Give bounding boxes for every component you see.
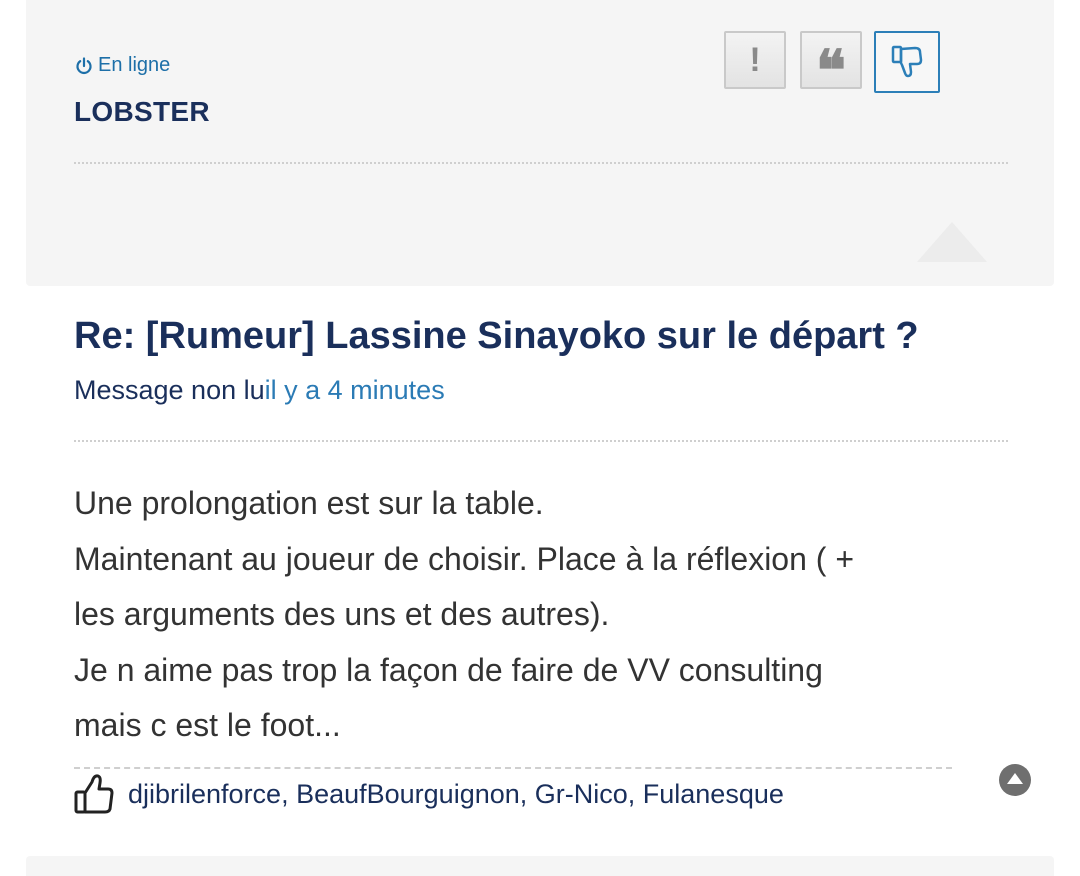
dislike-button[interactable] <box>874 31 940 93</box>
exclamation-icon: ! <box>749 41 761 79</box>
thumbs-up-icon <box>74 774 114 814</box>
power-icon <box>76 56 92 74</box>
thumbs-down-icon <box>891 45 923 78</box>
online-status-label: En ligne <box>98 54 171 76</box>
likes-names[interactable]: djibrilenforce, BeaufBourguignon, Gr-Nic… <box>128 779 784 810</box>
quote-button[interactable]: ❝ <box>800 31 862 99</box>
next-post-card <box>26 856 1054 876</box>
divider <box>74 767 952 769</box>
arrow-up-icon <box>1007 773 1023 784</box>
divider <box>74 440 1008 442</box>
author-username[interactable]: LOBSTER <box>74 96 210 128</box>
post-body: Une prolongation est sur la table. Maint… <box>74 476 974 754</box>
post-time-link[interactable]: il y a 4 minutes <box>265 375 445 405</box>
online-status: En ligne <box>74 54 170 77</box>
post-body-line: Je n aime pas trop la façon de faire de … <box>74 651 823 688</box>
report-button[interactable]: ! <box>724 31 786 89</box>
scroll-to-top-button[interactable] <box>999 764 1031 796</box>
likes-list: djibrilenforce, BeaufBourguignon, Gr-Nic… <box>74 772 784 816</box>
divider <box>74 162 1008 164</box>
post-body-line: les arguments des uns et des autres). <box>74 596 610 632</box>
post-meta: Message non luil y a 4 minutes <box>74 375 445 406</box>
post-body-line: Une prolongation est sur la table. <box>74 485 544 521</box>
post-body-line: Maintenant au joueur de choisir. Place à… <box>74 540 855 577</box>
post-body-line: mais c est le foot... <box>74 707 341 743</box>
unread-label: Message non lu <box>74 375 265 405</box>
quote-icon: ❝ <box>815 38 847 104</box>
post-title[interactable]: Re: [Rumeur] Lassine Sinayoko sur le dép… <box>74 315 919 358</box>
card-pointer <box>917 222 987 262</box>
